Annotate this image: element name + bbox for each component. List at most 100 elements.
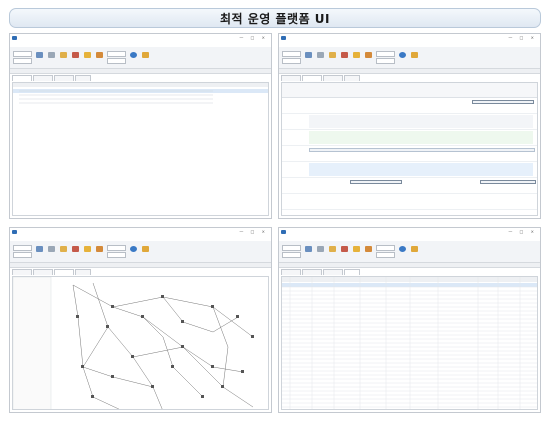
calendar-icon — [341, 246, 348, 252]
ribbon-button[interactable] — [364, 246, 373, 257]
option-select-2[interactable] — [376, 58, 395, 64]
app-icon — [281, 230, 286, 234]
ribbon-button[interactable] — [71, 52, 80, 63]
ribbon-button[interactable] — [129, 52, 138, 63]
gantt-row[interactable] — [282, 130, 537, 146]
ribbon-button[interactable] — [352, 246, 361, 257]
ribbon-section-labels — [279, 69, 540, 74]
chart-icon — [317, 246, 324, 252]
window-controls[interactable]: — □ × — [239, 228, 268, 236]
date-select[interactable] — [282, 51, 301, 57]
tab-3[interactable] — [54, 269, 74, 275]
ribbon-button[interactable] — [83, 52, 92, 63]
tab-2[interactable] — [302, 75, 322, 81]
date-select-2[interactable] — [13, 252, 32, 258]
ribbon-button[interactable] — [141, 246, 150, 257]
tab-4[interactable] — [344, 75, 360, 81]
tab-2[interactable] — [33, 269, 53, 275]
ribbon-button[interactable] — [95, 52, 104, 63]
ribbon-button[interactable] — [95, 246, 104, 257]
date-select[interactable] — [282, 245, 301, 251]
gantt-row[interactable] — [282, 114, 537, 130]
tab-4[interactable] — [75, 75, 91, 81]
date-select[interactable] — [13, 245, 32, 251]
chart-icon — [317, 52, 324, 58]
date-select[interactable] — [13, 51, 32, 57]
search-icon — [60, 52, 67, 58]
ribbon-button[interactable] — [59, 52, 68, 63]
tab-2[interactable] — [302, 269, 322, 275]
tab-1[interactable] — [281, 269, 301, 275]
ribbon-button[interactable] — [340, 246, 349, 257]
option-select[interactable] — [107, 245, 126, 251]
option-select-2[interactable] — [107, 252, 126, 258]
tab-1[interactable] — [12, 269, 32, 275]
gantt-row[interactable] — [282, 194, 537, 210]
window-controls[interactable]: — □ × — [239, 34, 268, 42]
gantt-row[interactable] — [282, 98, 537, 114]
gantt-bar[interactable] — [480, 180, 536, 184]
person-icon — [84, 246, 91, 252]
ribbon-button[interactable] — [410, 52, 419, 63]
screenshot-panel-network: — □ × — [9, 227, 272, 413]
gantt-bar[interactable] — [309, 148, 535, 152]
ribbon-button[interactable] — [59, 246, 68, 257]
app-icon — [12, 36, 17, 40]
ribbon-button[interactable] — [35, 246, 44, 257]
ribbon-button[interactable] — [304, 246, 313, 257]
detail-grid-lines — [282, 277, 537, 409]
binoculars-icon — [36, 52, 43, 58]
ribbon-button[interactable] — [141, 52, 150, 63]
gantt-row-band — [309, 163, 533, 176]
window-controls[interactable]: — □ × — [508, 228, 537, 236]
option-select[interactable] — [376, 245, 395, 251]
ribbon-button[interactable] — [83, 246, 92, 257]
settings-icon — [411, 246, 418, 252]
ribbon-button[interactable] — [47, 52, 56, 63]
gantt-bar[interactable] — [350, 180, 402, 184]
gantt-row[interactable] — [282, 146, 537, 162]
ribbon-button[interactable] — [304, 52, 313, 63]
ribbon-button[interactable] — [410, 246, 419, 257]
date-select-2[interactable] — [282, 252, 301, 258]
option-select-2[interactable] — [376, 252, 395, 258]
option-select[interactable] — [107, 51, 126, 57]
ribbon-button[interactable] — [340, 52, 349, 63]
view-tabs — [279, 269, 540, 275]
gantt-bar[interactable] — [472, 100, 534, 104]
network-map-view[interactable] — [12, 276, 269, 410]
search-icon — [329, 52, 336, 58]
gantt-row[interactable] — [282, 162, 537, 178]
ribbon-button[interactable] — [71, 246, 80, 257]
date-select-2[interactable] — [282, 58, 301, 64]
option-select[interactable] — [376, 51, 395, 57]
tab-4[interactable] — [344, 269, 360, 275]
chart-icon — [48, 246, 55, 252]
ribbon-button[interactable] — [328, 52, 337, 63]
ribbon-button[interactable] — [328, 246, 337, 257]
option-select-2[interactable] — [107, 58, 126, 64]
ribbon-button[interactable] — [35, 52, 44, 63]
ribbon-button[interactable] — [398, 52, 407, 63]
tab-1[interactable] — [12, 75, 32, 81]
ribbon-button[interactable] — [364, 52, 373, 63]
ribbon-button[interactable] — [352, 52, 361, 63]
gantt-row[interactable] — [282, 178, 537, 194]
ribbon-button[interactable] — [47, 246, 56, 257]
refresh-icon — [399, 246, 406, 252]
tab-1[interactable] — [281, 75, 301, 81]
tab-2[interactable] — [33, 75, 53, 81]
ribbon-button[interactable] — [129, 246, 138, 257]
ribbon-button[interactable] — [316, 246, 325, 257]
date-select-2[interactable] — [13, 58, 32, 64]
window-controls[interactable]: — □ × — [508, 34, 537, 42]
tab-4[interactable] — [75, 269, 91, 275]
person-icon — [353, 52, 360, 58]
window-title-bar: — □ × — [10, 34, 271, 42]
tab-3[interactable] — [54, 75, 74, 81]
tab-3[interactable] — [323, 269, 343, 275]
ribbon-button[interactable] — [316, 52, 325, 63]
tab-3[interactable] — [323, 75, 343, 81]
screenshot-panel-gantt: — □ × — [278, 33, 541, 219]
ribbon-button[interactable] — [398, 246, 407, 257]
